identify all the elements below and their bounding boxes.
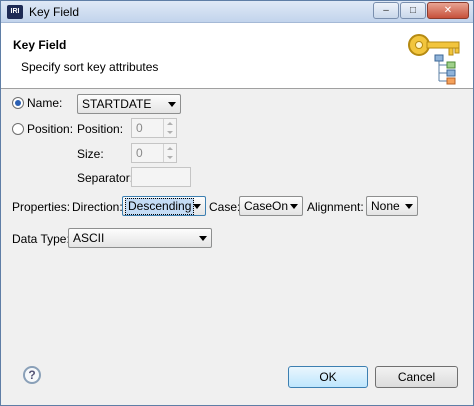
window-controls: – □ ✕	[372, 2, 469, 19]
chevron-down-icon	[168, 102, 176, 107]
alignment-combo[interactable]: None	[366, 196, 418, 216]
window-title: Key Field	[29, 5, 80, 19]
minimize-button[interactable]: –	[373, 2, 399, 19]
chevron-down-icon	[199, 236, 207, 241]
header-title: Key Field	[13, 38, 67, 52]
position-label: Position:	[77, 122, 124, 136]
maximize-button[interactable]: □	[400, 2, 426, 19]
ok-button[interactable]: OK	[288, 366, 368, 388]
name-combo-value: STARTDATE	[82, 97, 152, 111]
case-combo[interactable]: CaseOn	[239, 196, 303, 216]
increment-icon[interactable]	[164, 144, 176, 153]
position-stepper[interactable]: 0	[131, 118, 177, 138]
name-combo[interactable]: STARTDATE	[77, 94, 181, 114]
name-radio-label[interactable]: Name:	[27, 96, 62, 110]
name-radio[interactable]	[12, 97, 24, 109]
key-with-tree-icon	[408, 34, 460, 85]
separator-input[interactable]	[131, 167, 191, 187]
decrement-icon[interactable]	[164, 128, 176, 137]
size-stepper-value: 0	[136, 146, 143, 160]
chevron-down-icon	[193, 204, 201, 209]
direction-label: Direction:	[72, 200, 123, 214]
header-subtitle: Specify sort key attributes	[21, 60, 159, 74]
app-logo-icon: IRI	[7, 5, 23, 19]
direction-combo-value: Descending	[125, 198, 195, 215]
size-stepper-buttons[interactable]	[163, 144, 176, 162]
alignment-combo-value: None	[371, 199, 400, 213]
close-button[interactable]: ✕	[427, 2, 469, 19]
position-stepper-value: 0	[136, 121, 143, 135]
properties-label: Properties:	[12, 200, 71, 214]
position-stepper-buttons[interactable]	[163, 119, 176, 137]
chevron-down-icon	[290, 204, 298, 209]
cancel-button[interactable]: Cancel	[375, 366, 458, 388]
position-radio[interactable]	[12, 123, 24, 135]
increment-icon[interactable]	[164, 119, 176, 128]
alignment-label: Alignment:	[307, 200, 364, 214]
direction-combo[interactable]: Descending	[122, 196, 206, 216]
chevron-down-icon	[405, 204, 413, 209]
dialog-header: Key Field Specify sort key attributes	[1, 23, 473, 89]
position-radio-label[interactable]: Position:	[27, 122, 73, 136]
size-stepper[interactable]: 0	[131, 143, 177, 163]
key-field-dialog: IRI Key Field – □ ✕ Key Field Specify so…	[0, 0, 474, 406]
case-label: Case:	[209, 200, 241, 214]
title-bar[interactable]: IRI Key Field – □ ✕	[1, 1, 473, 23]
case-combo-value: CaseOn	[244, 199, 289, 213]
help-icon[interactable]: ?	[23, 366, 41, 384]
separator-label: Separator:	[77, 171, 134, 185]
data-type-label: Data Type:	[12, 232, 70, 246]
decrement-icon[interactable]	[164, 153, 176, 162]
size-label: Size:	[77, 147, 104, 161]
data-type-combo-value: ASCII	[73, 231, 105, 245]
data-type-combo[interactable]: ASCII	[68, 228, 212, 248]
